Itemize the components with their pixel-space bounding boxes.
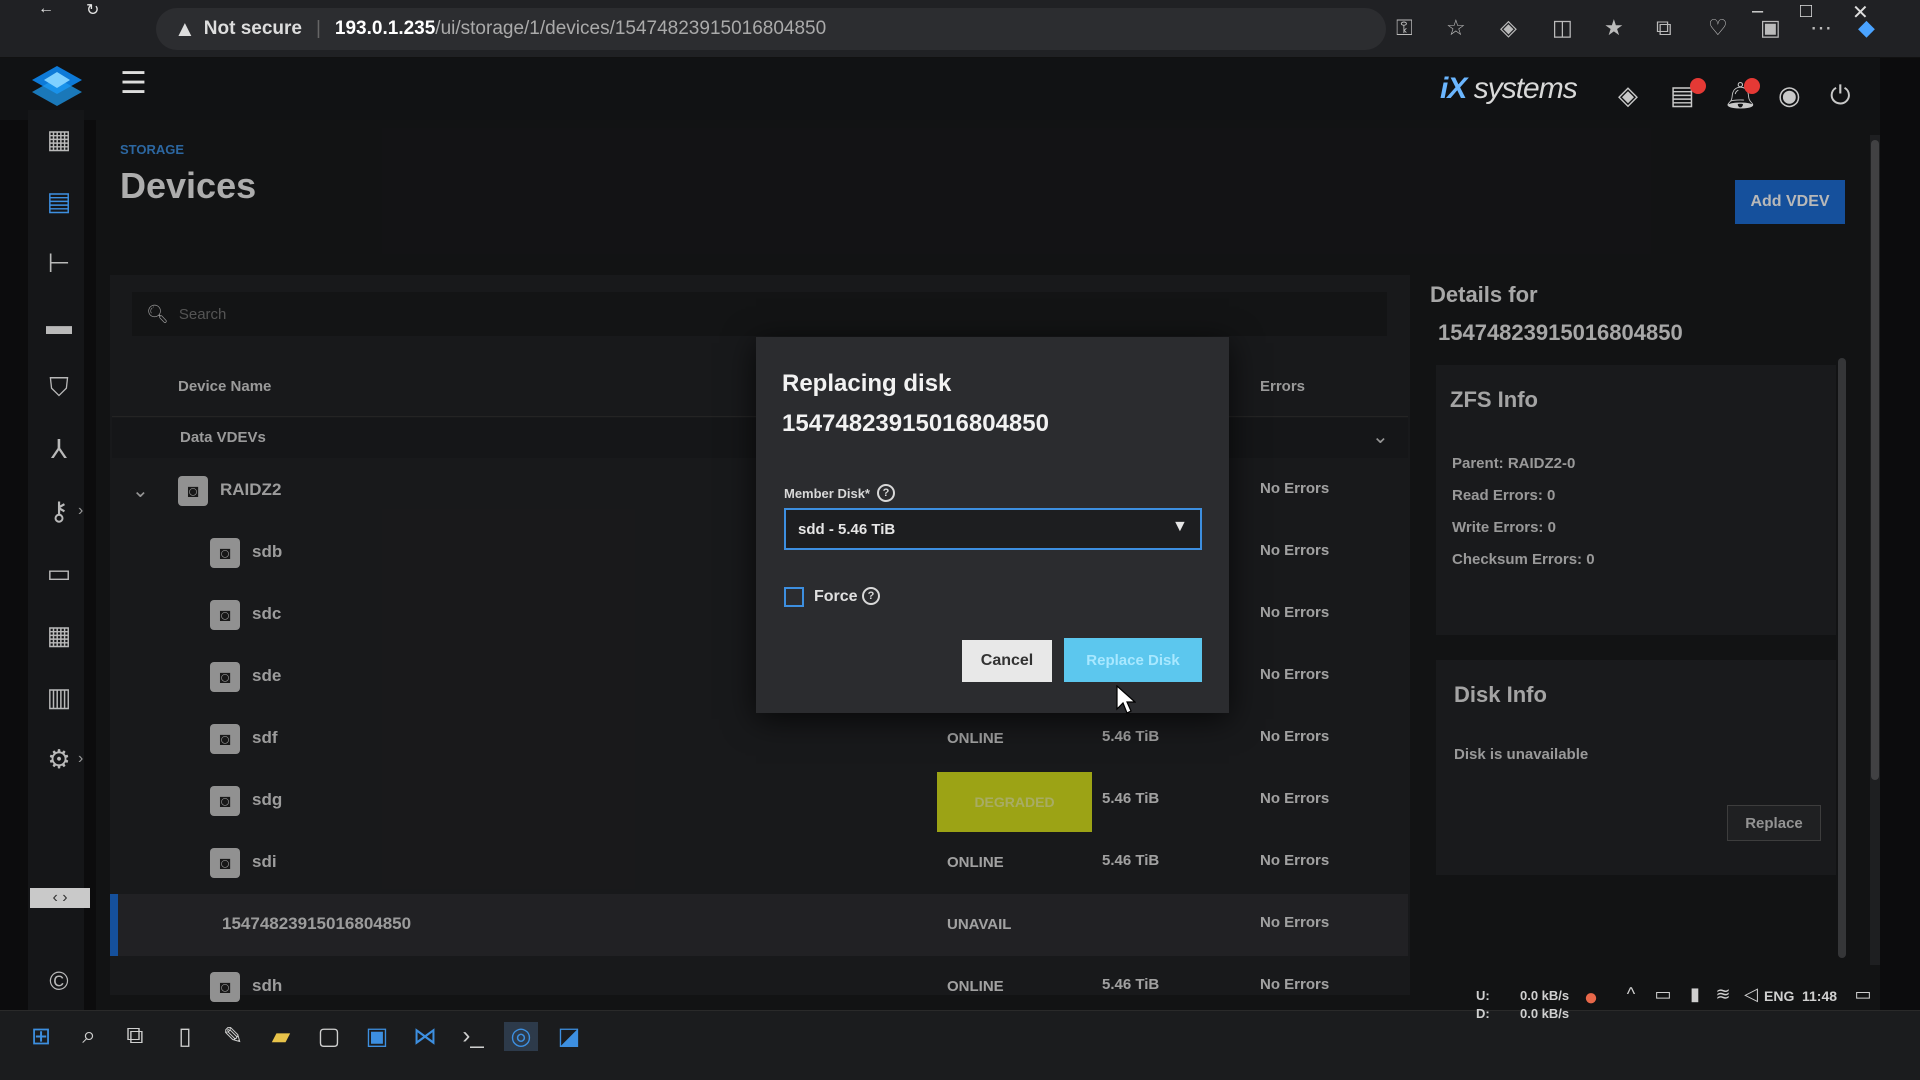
notification-center-icon[interactable]: ▭ xyxy=(1846,984,1880,1005)
credentials-key-icon[interactable]: ⚷ xyxy=(44,496,74,527)
start-windows-icon[interactable]: ⊞ xyxy=(24,1022,58,1051)
taskbar-search-icon[interactable]: ⌕ xyxy=(72,1022,106,1050)
extension-icon[interactable]: ◈ xyxy=(1500,15,1517,41)
split-screen-icon[interactable]: ◫ xyxy=(1552,15,1573,41)
force-label[interactable]: Force xyxy=(814,588,858,606)
task-badge xyxy=(1690,78,1706,94)
ixsystems-logo: iX systems xyxy=(1440,72,1578,105)
storage-icon[interactable]: ▤ xyxy=(44,186,74,217)
edge-browser-icon[interactable]: ◎ xyxy=(504,1022,538,1051)
warning-icon: ▲ xyxy=(174,16,196,41)
force-help-icon[interactable]: ? xyxy=(862,587,880,605)
tray-expand-icon[interactable]: ^ xyxy=(1614,984,1648,1005)
apps-grid-icon[interactable]: ▦ xyxy=(44,620,74,651)
security-label[interactable]: Not secure xyxy=(204,18,302,40)
vscode-icon[interactable]: ⋈ xyxy=(408,1022,442,1051)
truenas-logo-icon[interactable] xyxy=(30,64,84,108)
member-disk-help-icon[interactable]: ? xyxy=(877,484,895,502)
url-host: 193.0.1.235 xyxy=(334,18,436,39)
mouse-cursor-icon xyxy=(1116,685,1136,714)
taskbar-app-window-icon[interactable]: ▢ xyxy=(312,1022,346,1051)
dropdown-caret-icon[interactable]: ▼ xyxy=(1172,518,1188,536)
minimize-icon[interactable]: – xyxy=(1752,0,1763,23)
system-settings-gear-icon[interactable]: ⚙ xyxy=(44,744,74,775)
network-icon[interactable]: ⅄ xyxy=(44,434,74,465)
replace-disk-button[interactable]: Replace Disk xyxy=(1064,638,1202,682)
network-download-speed: 0.0 kB/s xyxy=(1520,1006,1570,1021)
member-disk-label: Member Disk* xyxy=(784,486,870,501)
file-explorer-icon[interactable]: ▰ xyxy=(264,1022,298,1051)
app-header xyxy=(0,58,1880,120)
force-checkbox[interactable] xyxy=(784,587,804,607)
feedback-icon[interactable]: ◈ xyxy=(1618,80,1638,111)
taskbar-app-edit-icon[interactable]: ✎ xyxy=(216,1022,250,1051)
hamburger-menu-icon[interactable]: ☰ xyxy=(120,66,147,101)
member-disk-select[interactable]: sdd - 5.46 TiB xyxy=(784,508,1202,550)
favorite-star-icon[interactable]: ☆ xyxy=(1446,15,1466,41)
cancel-button[interactable]: Cancel xyxy=(962,640,1052,682)
tray-app-icon[interactable]: ● xyxy=(1574,984,1608,1012)
notification-badge xyxy=(1744,78,1760,94)
data-protection-shield-icon[interactable]: ⛉ xyxy=(44,372,74,404)
url-path: /ui/storage/1/devices/154748239150168048… xyxy=(435,18,827,39)
reload-icon[interactable]: ↻ xyxy=(86,0,99,20)
address-separator: | xyxy=(315,18,321,39)
tray-device-icon[interactable]: ▭ xyxy=(1646,984,1680,1005)
maximize-icon[interactable]: □ xyxy=(1800,0,1812,23)
dialog-disk-id: 15474823915016804850 xyxy=(782,410,1049,437)
virtualization-monitor-icon[interactable]: ▭ xyxy=(44,558,74,589)
reporting-chart-icon[interactable]: ▥ xyxy=(44,682,74,713)
copyright-icon: © xyxy=(49,966,69,996)
key-icon[interactable]: ⚿ xyxy=(1396,15,1413,41)
more-options-icon[interactable]: ⋯ xyxy=(1810,15,1832,41)
chevron-right-icon: › xyxy=(78,502,84,519)
task-view-icon[interactable]: ⧉ xyxy=(118,1022,152,1050)
account-icon[interactable]: ◉ xyxy=(1778,80,1801,111)
clock[interactable]: 11:48 xyxy=(1802,988,1837,1004)
power-icon[interactable]: ⏻ xyxy=(1830,80,1851,112)
taskbar-app-terminal-icon[interactable]: ›_ xyxy=(456,1022,490,1050)
favorites-bar-icon[interactable]: ★ xyxy=(1604,15,1624,41)
browser-essentials-icon[interactable]: ♡ xyxy=(1708,15,1728,41)
taskbar-app-store-icon[interactable]: ▣ xyxy=(360,1022,394,1051)
taskbar-app-remote-icon[interactable]: ◪ xyxy=(552,1022,586,1051)
address-bar[interactable]: ▲ Not secure | 193.0.1.235/ui/storage/1/… xyxy=(156,8,1386,50)
datasets-icon[interactable]: ⊢ xyxy=(44,248,74,279)
dashboard-icon[interactable]: ▦ xyxy=(44,124,74,155)
dialog-title: Replacing disk xyxy=(782,370,952,397)
network-download-label: D: xyxy=(1476,1006,1490,1021)
shares-folder-icon[interactable]: ▬ xyxy=(44,310,74,341)
window-close-icon[interactable]: ✕ xyxy=(1852,0,1869,25)
network-upload-label: U: xyxy=(1476,988,1490,1003)
volume-icon[interactable]: ◁ xyxy=(1734,984,1768,1005)
chevron-right-icon: › xyxy=(78,750,84,767)
back-icon[interactable]: ← xyxy=(38,0,54,18)
collections-icon[interactable]: ⧉ xyxy=(1656,15,1672,41)
collapse-sidebar-icon[interactable]: ‹ › xyxy=(30,888,90,908)
language-indicator[interactable]: ENG xyxy=(1764,988,1794,1004)
network-upload-speed: 0.0 kB/s xyxy=(1520,988,1570,1003)
taskbar-app-file-icon[interactable]: ▯ xyxy=(168,1022,202,1051)
